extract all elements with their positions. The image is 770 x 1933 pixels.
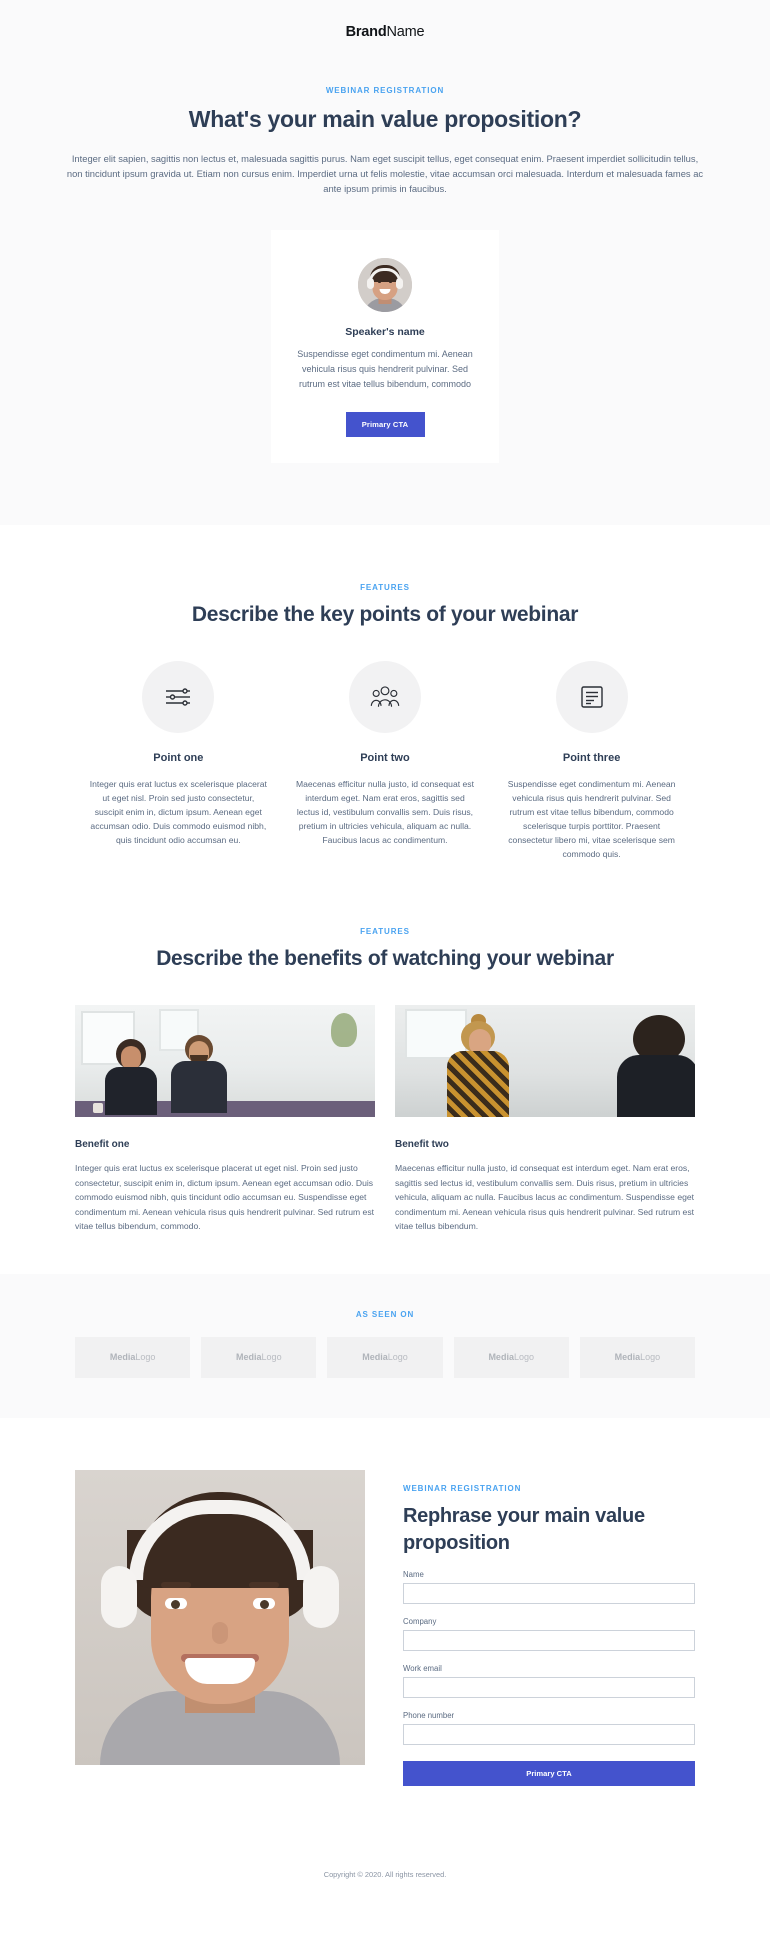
copyright-text: Copyright © 2020. All rights reserved. xyxy=(323,1869,447,1879)
feature-points-row: Point one Integer quis erat luctus ex sc… xyxy=(75,661,695,861)
company-input[interactable] xyxy=(403,1629,695,1651)
media-logo: Media Logo xyxy=(327,1336,443,1378)
form-field-phone-number: Phone number xyxy=(403,1711,695,1745)
media-logo-bold: Media xyxy=(488,1352,514,1362)
form-field-name: Name xyxy=(403,1570,695,1604)
speaker-name: Speaker's name xyxy=(345,326,425,338)
feature-point-title: Point three xyxy=(562,752,621,764)
media-logo-light: Logo xyxy=(135,1352,156,1362)
media-logos-row: Media Logo Media Logo Media Logo Media Logo … xyxy=(75,1336,696,1378)
form-label-company: Company xyxy=(403,1616,437,1626)
media-logo-light: Logo xyxy=(513,1352,534,1362)
benefits-eyebrow: FEATURES xyxy=(360,927,410,936)
form-field-company: Company xyxy=(403,1617,695,1651)
phone-number-input[interactable] xyxy=(403,1723,695,1745)
feature-point: Point one Integer quis erat luctus ex sc… xyxy=(75,661,282,861)
feature-point-text: Suspendisse eget condimentum mi. Aenean … xyxy=(507,779,676,859)
form-label-name: Name xyxy=(403,1569,424,1579)
woman-with-headphones-photo xyxy=(75,1469,365,1765)
signup-eyebrow: WEBINAR REGISTRATION xyxy=(403,1483,522,1493)
people-group-icon xyxy=(348,661,421,733)
media-logo-bold: Media xyxy=(614,1352,641,1362)
features-title: Describe the key points of your webinar xyxy=(191,603,579,626)
hero-eyebrow: WEBINAR REGISTRATION xyxy=(325,86,445,95)
feature-point: Point three Suspendisse eget condimentum… xyxy=(488,661,695,861)
features-section: FEATURES Describe the key points of your… xyxy=(0,525,770,861)
header: BrandName xyxy=(0,0,770,40)
hero-paragraph: Integer elit sapien, sagittis non lectus… xyxy=(66,153,704,194)
benefit-text: Maecenas efficitur nulla justo, id conse… xyxy=(395,1163,695,1231)
signup-row: WEBINAR REGISTRATION Rephrase your main … xyxy=(75,1469,695,1786)
signup-section: WEBINAR REGISTRATION Rephrase your main … xyxy=(0,1417,770,1836)
hero-title: What's your main value proposition? xyxy=(188,106,582,132)
as-seen-on-section: AS SEEN ON Media Logo Media Logo Media Logo… xyxy=(0,1273,770,1418)
media-logo-bold: Media xyxy=(362,1352,388,1362)
media-logo-light: Logo xyxy=(640,1352,661,1362)
brand-logo[interactable]: BrandName xyxy=(0,24,770,40)
name-input[interactable] xyxy=(403,1582,695,1604)
media-logo-bold: Media xyxy=(236,1352,262,1362)
benefit-title: Benefit one xyxy=(75,1139,130,1150)
as-seen-on-eyebrow: AS SEEN ON xyxy=(355,1309,415,1319)
media-logo: Media Logo xyxy=(201,1336,317,1378)
brand-logo-bold: Brand xyxy=(345,24,387,40)
work-email-input[interactable] xyxy=(403,1676,695,1698)
benefits-title: Describe the benefits of watching your w… xyxy=(156,947,614,970)
footer: Copyright © 2020. All rights reserved. xyxy=(0,1835,770,1911)
signup-primary-cta-button[interactable]: Primary CTA xyxy=(403,1760,695,1786)
feature-point-text: Integer quis erat luctus ex scelerisque … xyxy=(89,779,267,845)
features-eyebrow: FEATURES xyxy=(360,583,410,592)
media-logo: Media Logo xyxy=(75,1336,191,1378)
benefit-title: Benefit two xyxy=(395,1139,449,1150)
benefit-item: Benefit two Maecenas efficitur nulla jus… xyxy=(395,1005,695,1234)
media-logo: Media Logo xyxy=(579,1336,696,1378)
hero-primary-cta-button[interactable]: Primary CTA xyxy=(345,412,425,437)
speaker-avatar-photo xyxy=(358,258,412,312)
speaker-card: Speaker's name Suspendisse eget condimen… xyxy=(271,230,499,463)
registration-form: WEBINAR REGISTRATION Rephrase your main … xyxy=(403,1470,695,1786)
document-text-icon xyxy=(555,661,628,733)
hero-section: WEBINAR REGISTRATION What's your main va… xyxy=(0,40,770,525)
feature-point-title: Point two xyxy=(360,752,410,764)
signup-title: Rephrase your main value proposition xyxy=(403,1504,645,1554)
benefits-section: FEATURES Describe the benefits of watchi… xyxy=(0,861,770,1274)
form-label-work-email: Work email xyxy=(403,1663,442,1673)
feature-point-text: Maecenas efficitur nulla justo, id conse… xyxy=(295,779,474,845)
conversation-photo xyxy=(395,1005,695,1117)
media-logo-bold: Media xyxy=(109,1352,136,1362)
benefit-item: Benefit one Integer quis erat luctus ex … xyxy=(75,1005,375,1234)
form-label-phone-number: Phone number xyxy=(403,1710,455,1720)
feature-point-title: Point one xyxy=(153,752,204,764)
media-logo-light: Logo xyxy=(387,1352,408,1362)
sliders-icon xyxy=(142,661,215,733)
office-meeting-photo xyxy=(75,1005,375,1117)
benefits-row: Benefit one Integer quis erat luctus ex … xyxy=(75,1005,695,1234)
feature-point: Point two Maecenas efficitur nulla justo… xyxy=(282,661,489,861)
media-logo-light: Logo xyxy=(261,1352,282,1362)
media-logo: Media Logo xyxy=(453,1336,569,1378)
landing-page: BrandName WEBINAR REGISTRATION What's yo… xyxy=(0,0,770,1911)
benefit-text: Integer quis erat luctus ex scelerisque … xyxy=(75,1163,375,1231)
speaker-bio: Suspendisse eget condimentum mi. Aenean … xyxy=(297,349,473,389)
brand-logo-light: Name xyxy=(386,24,425,40)
form-field-work-email: Work email xyxy=(403,1664,695,1698)
